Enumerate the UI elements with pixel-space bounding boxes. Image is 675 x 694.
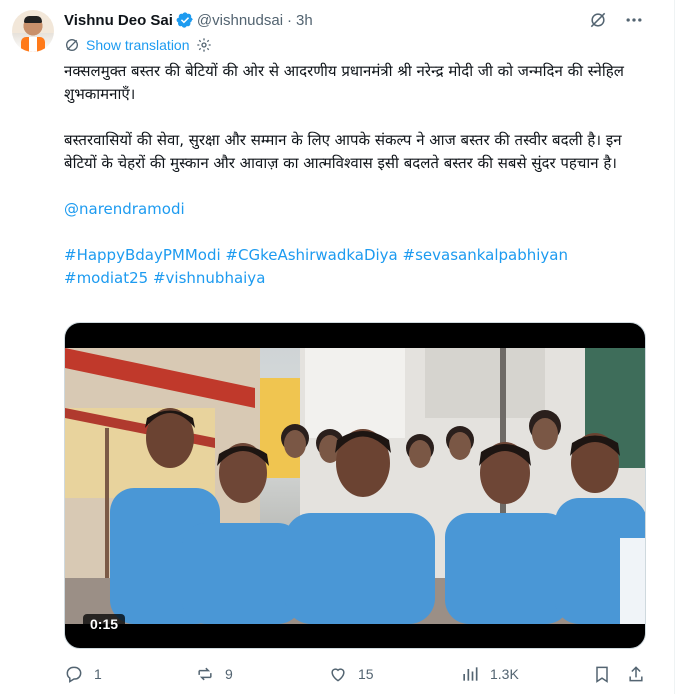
video-thumbnail xyxy=(65,348,645,624)
mention-link[interactable]: @narendramodi xyxy=(64,200,185,218)
bookmark-button[interactable] xyxy=(592,664,622,684)
video-duration: 0:15 xyxy=(83,614,126,634)
tweet-header: Vishnu Deo Sai @vishnudsai · 3h xyxy=(64,10,313,30)
tweet-paragraph-1: नक्सलमुक्त बस्तर की बेटियों की ओर से आदर… xyxy=(64,62,624,103)
hashtags-line-1[interactable]: #HappyBdayPMModi #CGkeAshirwadkaDiya #se… xyxy=(64,246,568,264)
avatar[interactable] xyxy=(12,10,54,52)
repost-icon xyxy=(198,667,212,681)
tweet-top-actions xyxy=(588,10,644,35)
share-icon xyxy=(629,666,643,682)
gear-icon[interactable] xyxy=(196,37,212,53)
share-button[interactable] xyxy=(626,664,656,684)
hashtags-line-2[interactable]: #modiat25 #vishnubhaiya xyxy=(64,269,265,287)
views-icon xyxy=(463,667,478,681)
tweet-action-bar: 1 9 15 1.3K xyxy=(64,664,646,688)
like-count: 15 xyxy=(358,666,374,682)
like-button[interactable]: 15 xyxy=(328,664,374,684)
reply-icon xyxy=(66,666,82,683)
verified-badge-icon xyxy=(176,12,193,28)
author-name[interactable]: Vishnu Deo Sai xyxy=(64,12,173,29)
translate-icon xyxy=(66,39,78,51)
tweet[interactable]: Vishnu Deo Sai @vishnudsai · 3h Show tra… xyxy=(0,0,675,694)
reply-count: 1 xyxy=(94,666,102,682)
views-count: 1.3K xyxy=(490,666,519,682)
show-translation-link[interactable]: Show translation xyxy=(64,37,218,53)
show-translation-label[interactable]: Show translation xyxy=(86,37,190,53)
tweet-text: नक्सलमुक्त बस्तर की बेटियों की ओर से आदर… xyxy=(64,60,649,290)
repost-button[interactable]: 9 xyxy=(195,664,233,684)
bookmark-icon xyxy=(596,666,608,683)
reply-button[interactable]: 1 xyxy=(64,664,102,684)
video-player[interactable]: 0:15 xyxy=(64,322,646,649)
views-button[interactable]: 1.3K xyxy=(460,664,519,684)
tweet-paragraph-2: बस्तरवासियों की सेवा, सुरक्षा और सम्मान … xyxy=(64,131,622,172)
author-handle[interactable]: @vishnudsai xyxy=(197,12,283,29)
more-icon[interactable] xyxy=(624,10,644,35)
post-time[interactable]: 3h xyxy=(296,12,313,29)
grok-icon[interactable] xyxy=(588,10,608,35)
repost-count: 9 xyxy=(225,666,233,682)
like-icon xyxy=(331,668,345,682)
separator-dot: · xyxy=(287,11,293,29)
